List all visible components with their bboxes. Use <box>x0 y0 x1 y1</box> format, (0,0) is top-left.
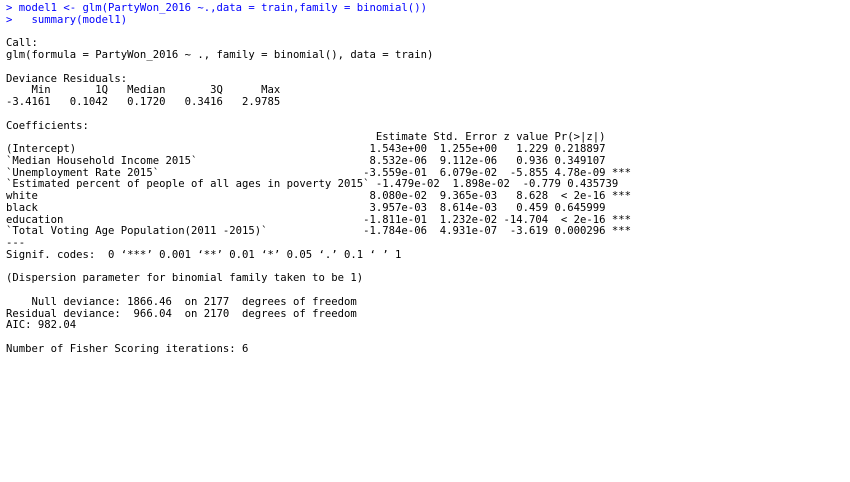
aic: AIC: 982.04 <box>6 319 77 332</box>
coefficient-row: black 3.957e-03 8.614e-03 0.459 0.645999 <box>6 201 632 214</box>
coefficient-row: `Total Voting Age Population(2011 -2015)… <box>6 225 632 238</box>
r-console[interactable]: > model1 <- glm(PartyWon_2016 ~.,data = … <box>0 0 850 482</box>
separator: --- <box>6 237 26 249</box>
call-text: glm(formula = PartyWon_2016 ~ ., family … <box>6 49 434 61</box>
null-deviance: Null deviance: 1866.46 on 2177 degrees o… <box>6 295 357 308</box>
signif-codes: Signif. codes: 0 ‘***’ 0.001 ‘**’ 0.01 ‘… <box>6 248 402 261</box>
residual-deviance: Residual deviance: 966.04 on 2170 degree… <box>6 307 357 320</box>
coefficient-row: (Intercept) 1.543e+00 1.255e+00 1.229 0.… <box>6 143 632 155</box>
command-glm: > model1 <- glm(PartyWon_2016 ~.,data = … <box>6 2 427 14</box>
command-summary: > summary(model1) <box>6 13 128 26</box>
deviance-residuals-values: -3.4161 0.1042 0.1720 0.3416 2.9785 <box>6 96 294 108</box>
coefficient-row: `Median Household Income 2015` 8.532e-06… <box>6 154 632 167</box>
fisher-iterations: Number of Fisher Scoring iterations: 6 <box>6 342 249 355</box>
coefficient-row: white 8.080e-02 9.365e-03 8.628 < 2e-16 … <box>6 190 632 202</box>
dispersion-note: (Dispersion parameter for binomial famil… <box>6 272 364 285</box>
